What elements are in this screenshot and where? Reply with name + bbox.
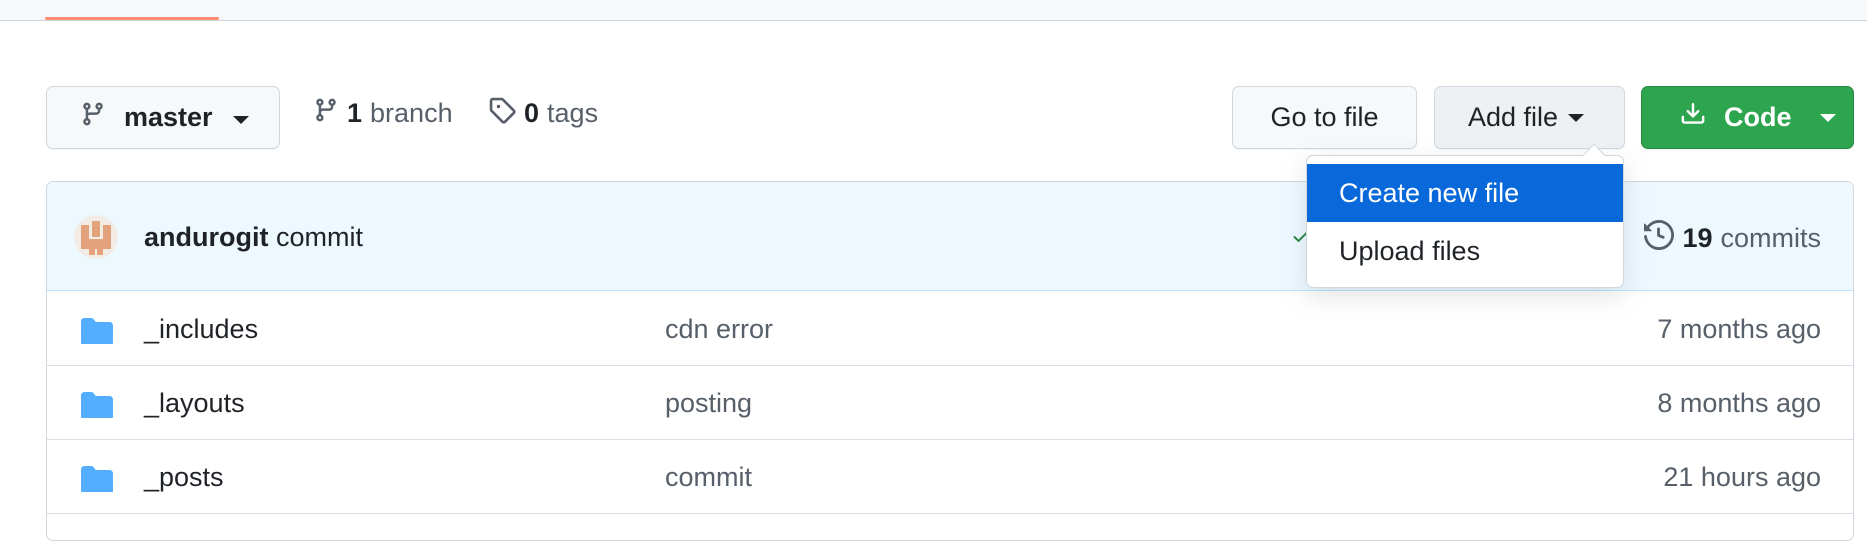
commit-count: 19: [1682, 223, 1713, 253]
file-row: _posts commit 21 hours ago: [47, 440, 1853, 514]
file-name[interactable]: _includes: [144, 314, 258, 345]
add-file-menu: Create new file Upload files: [1306, 143, 1624, 288]
file-row: _layouts posting 8 months ago: [47, 366, 1853, 440]
git-branch-icon: [313, 96, 339, 131]
git-branch-icon: [80, 100, 106, 135]
file-age: 8 months ago: [1657, 388, 1821, 418]
file-commit-message[interactable]: commit: [665, 462, 752, 493]
upload-files-item[interactable]: Upload files: [1307, 222, 1623, 280]
commit-label: commits: [1720, 223, 1822, 253]
history-icon: [1644, 219, 1675, 257]
tags-link[interactable]: 0 tags: [488, 96, 598, 131]
chevron-down-icon: [1819, 113, 1836, 122]
file-age: 21 hours ago: [1663, 462, 1821, 492]
folder-icon: [80, 316, 114, 349]
avatar[interactable]: [74, 215, 118, 259]
tag-icon: [488, 96, 516, 131]
file-name[interactable]: _layouts: [144, 388, 245, 419]
repo-nav-strip: [0, 0, 1867, 21]
folder-icon: [80, 464, 114, 497]
tag-count: 0: [524, 98, 540, 128]
active-tab-underline: [45, 17, 219, 20]
branch-name: master: [124, 102, 213, 132]
add-file-button[interactable]: Add file: [1434, 86, 1625, 149]
commit-message[interactable]: commit: [276, 222, 363, 252]
chevron-down-icon: [1568, 113, 1585, 122]
branches-link[interactable]: 1 branch: [313, 96, 453, 131]
file-name[interactable]: _posts: [144, 462, 224, 493]
folder-icon: [80, 390, 114, 423]
commit-author[interactable]: andurogit: [144, 222, 268, 252]
commit-summary: andurogit commit: [144, 222, 363, 253]
tag-label: tags: [547, 98, 599, 128]
code-label: Code: [1724, 102, 1792, 132]
add-file-label: Add file: [1468, 102, 1559, 132]
file-row: _includes cdn error 7 months ago: [47, 292, 1853, 366]
file-commit-message[interactable]: posting: [665, 388, 752, 419]
go-to-file-button[interactable]: Go to file: [1232, 86, 1417, 149]
commits-link[interactable]: 19 commits: [1644, 219, 1822, 257]
file-commit-message[interactable]: cdn error: [665, 314, 773, 345]
download-icon: [1680, 100, 1706, 135]
chevron-down-icon: [232, 115, 249, 124]
code-button[interactable]: Code: [1641, 86, 1854, 149]
create-new-file-item[interactable]: Create new file: [1307, 164, 1623, 222]
branch-count: 1: [347, 98, 363, 128]
branch-select-button[interactable]: master: [46, 86, 280, 149]
branch-label: branch: [370, 98, 453, 128]
file-age: 7 months ago: [1657, 314, 1821, 344]
